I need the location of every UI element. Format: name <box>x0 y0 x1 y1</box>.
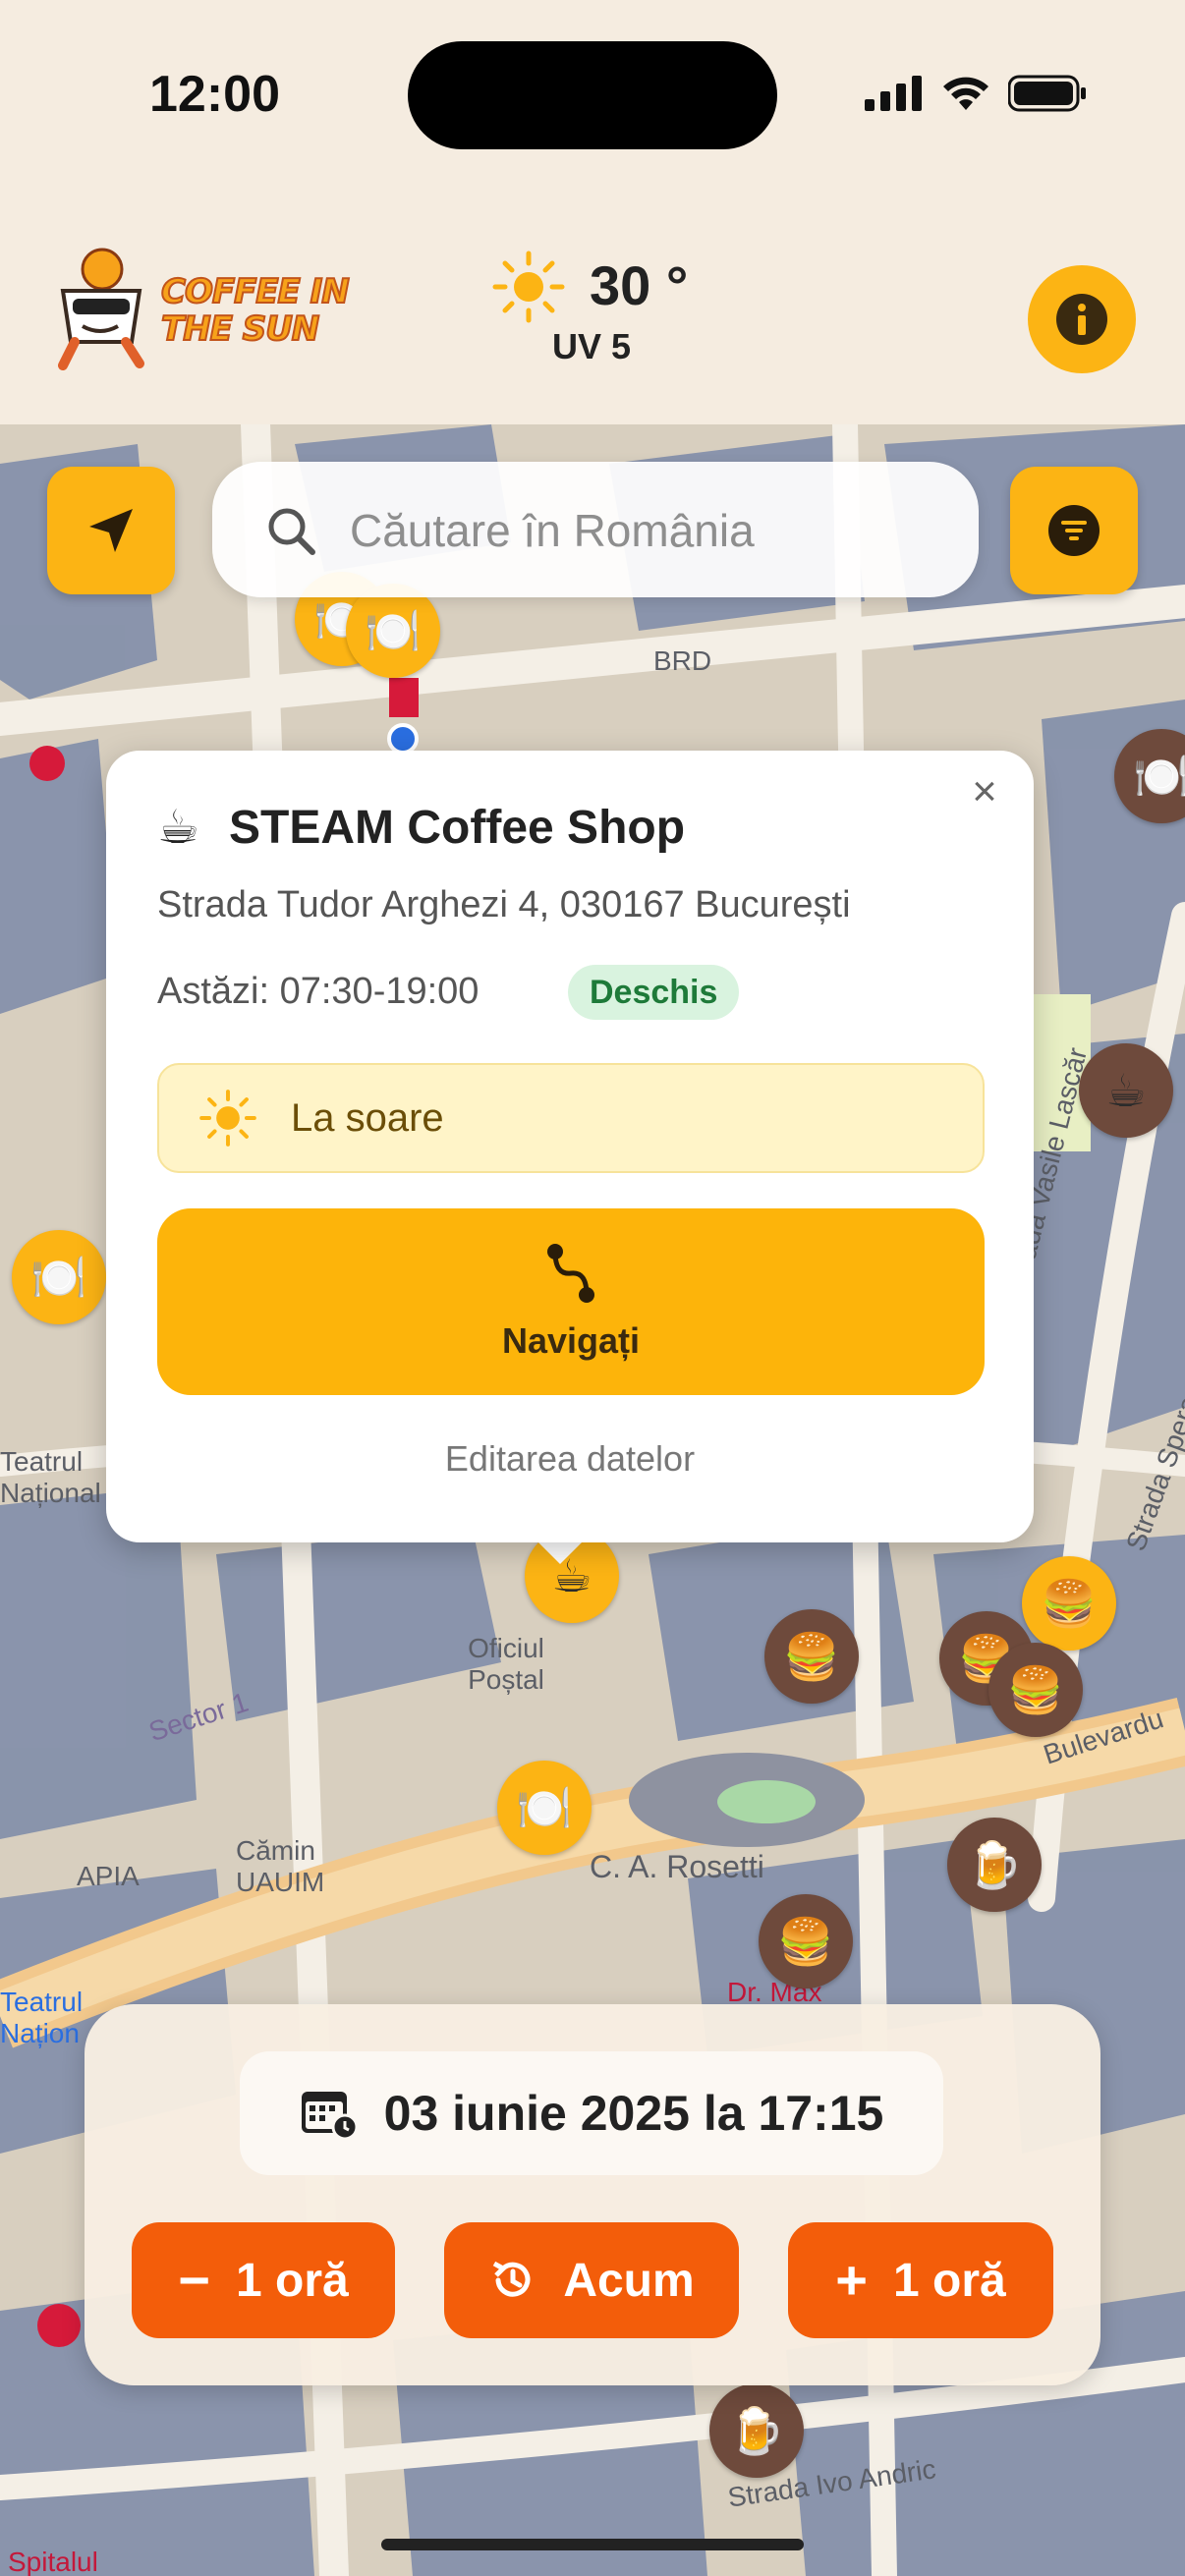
home-indicator[interactable] <box>381 2539 804 2550</box>
map-marker-burger[interactable]: 🍔 <box>759 1894 853 1988</box>
info-button[interactable] <box>1028 265 1136 373</box>
search-bar[interactable] <box>212 462 979 597</box>
status-bar: 12:00 <box>0 0 1185 196</box>
time-panel: 03 iunie 2025 la 17:15 − 1 oră Acum + 1 … <box>85 2004 1100 2385</box>
uv-index: UV 5 <box>552 326 632 366</box>
temperature: 30 ° <box>590 254 689 316</box>
navigate-button[interactable]: Navigați <box>157 1208 985 1395</box>
map-marker-cafe[interactable]: ☕ <box>1079 1043 1173 1138</box>
search-icon <box>268 508 315 555</box>
map-marker-burger[interactable]: 🍔 <box>988 1643 1083 1737</box>
map-marker-restaurant[interactable]: 🍽️ <box>12 1230 106 1324</box>
map-label-spitalul: Spitalul <box>8 2547 98 2576</box>
status-badge: Deschis <box>568 965 740 1020</box>
filter-button[interactable] <box>1010 467 1138 594</box>
dynamic-island <box>408 41 777 149</box>
status-time: 12:00 <box>149 66 280 123</box>
place-title: ☕ STEAM Coffee Shop <box>157 800 685 855</box>
map-label-apia: APIA <box>77 1861 140 1891</box>
map-label-brd: BRD <box>653 645 712 676</box>
calendar-clock-icon <box>301 2092 359 2141</box>
search-input[interactable] <box>350 491 939 570</box>
coffee-cup-icon: ☕ <box>157 802 200 854</box>
now-button[interactable]: Acum <box>444 2222 739 2338</box>
route-icon <box>547 1244 594 1303</box>
plus-icon: + <box>835 2249 868 2311</box>
map-marker-restaurant[interactable]: 🍽️ <box>497 1761 592 1855</box>
map-marker-bar[interactable]: 🍺 <box>947 1818 1042 1912</box>
sun-icon <box>199 1090 256 1147</box>
cellular-signal-icon <box>865 76 922 111</box>
plus-hour-button[interactable]: + 1 oră <box>788 2222 1053 2338</box>
map-label-posta: Oficiul Poștal <box>468 1633 544 1695</box>
battery-icon <box>1008 75 1086 112</box>
plus-hour-label: 1 oră <box>892 2254 1006 2307</box>
place-name: STEAM Coffee Shop <box>229 801 686 854</box>
app-header: COFFEE IN THE SUN 30 ° UV 5 <box>0 196 1185 424</box>
sun-status-banner: La soare <box>157 1063 985 1173</box>
map-label-camin: Cămin UAUIM <box>236 1835 325 1897</box>
sun-status-label: La soare <box>291 1095 444 1140</box>
date-picker[interactable]: 03 iunie 2025 la 17:15 <box>240 2051 943 2175</box>
history-icon <box>493 2261 531 2297</box>
map-marker-bar[interactable]: 🍺 <box>709 2383 804 2478</box>
filter-icon <box>1048 505 1100 556</box>
map-marker-burger[interactable]: 🍔 <box>1022 1556 1116 1651</box>
map-marker-restaurant[interactable]: 🍽️ <box>346 584 440 678</box>
mascot-icon <box>58 248 144 370</box>
wifi-icon <box>943 77 988 110</box>
minus-hour-button[interactable]: − 1 oră <box>132 2222 395 2338</box>
sun-icon <box>492 251 565 323</box>
date-time-label: 03 iunie 2025 la 17:15 <box>383 2086 884 2141</box>
info-icon <box>1056 294 1107 345</box>
now-label: Acum <box>563 2254 695 2307</box>
navigate-label: Navigați <box>501 1320 641 1361</box>
locate-me-button[interactable] <box>47 467 175 594</box>
map-label-teatrul-small: Teatrul Națion <box>0 1987 84 2048</box>
app-logo: COFFEE IN THE SUN <box>43 244 358 371</box>
location-arrow-icon <box>89 509 133 552</box>
weather-widget: 30 ° UV 5 <box>491 248 707 375</box>
place-popup: × ☕ STEAM Coffee Shop Strada Tudor Arghe… <box>106 751 1034 1542</box>
place-address: Strada Tudor Arghezi 4, 030167 București <box>157 884 851 925</box>
app-logo-text: COFFEE IN THE SUN <box>160 272 351 349</box>
opening-hours: Astăzi: 07:30-19:00 <box>157 971 480 1012</box>
map-label-teatrul: Teatrul Național <box>0 1446 101 1508</box>
close-button[interactable]: × <box>957 764 1012 819</box>
status-icons <box>865 69 1087 118</box>
minus-hour-label: 1 oră <box>235 2254 349 2307</box>
edit-data-link[interactable]: Editarea datelor <box>106 1438 1034 1480</box>
map-marker-burger[interactable]: 🍔 <box>764 1609 859 1704</box>
minus-icon: − <box>178 2249 210 2311</box>
map-label-rosetti: C. A. Rosetti <box>590 1849 764 1884</box>
